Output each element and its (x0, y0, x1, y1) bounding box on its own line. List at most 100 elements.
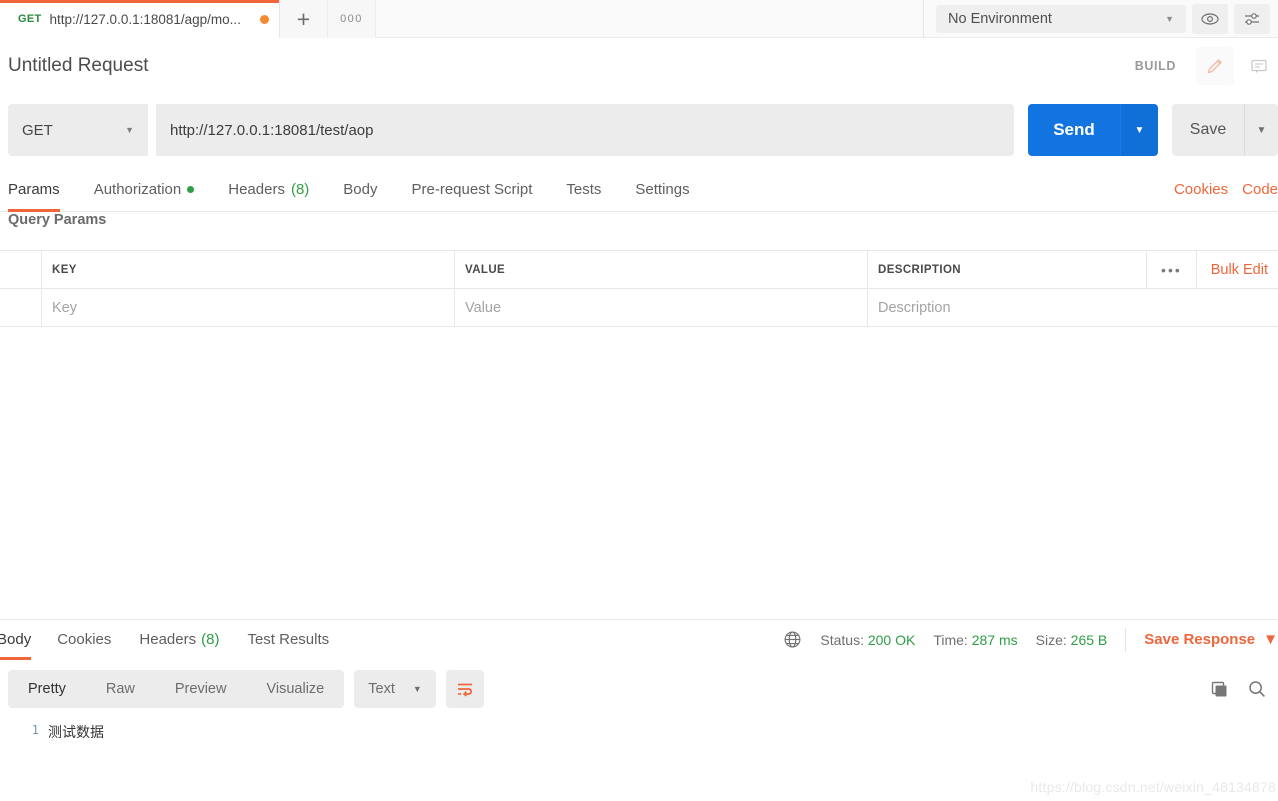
chevron-down-icon: ▼ (412, 684, 422, 694)
column-header-value: VALUE (465, 263, 506, 276)
postman-app-window: GET http://127.0.0.1:18081/agp/mo... + 0… (0, 0, 1278, 801)
save-options-button[interactable]: ▼ (1244, 104, 1278, 156)
status-value: 200 OK (867, 631, 916, 648)
bulk-edit-button[interactable]: Bulk Edit (1195, 250, 1268, 289)
view-mode-pretty[interactable]: Pretty (8, 670, 86, 708)
word-wrap-icon (455, 679, 475, 699)
params-options-button[interactable]: ••• (1146, 250, 1196, 289)
table-header-row: KEY VALUE DESCRIPTION ••• Bulk Edit (0, 250, 1278, 289)
response-tab-headers-label: Headers (139, 631, 197, 648)
status-badge: Status: 200 OK (820, 632, 915, 648)
new-tab-button[interactable]: + (280, 0, 328, 38)
tab-params[interactable]: Params (8, 168, 60, 212)
query-params-table: KEY VALUE DESCRIPTION ••• Bulk Edit Key … (0, 250, 1278, 327)
search-icon (1246, 678, 1268, 700)
send-button-group: Send ▼ (1028, 104, 1158, 156)
response-headers-count: (8) (201, 631, 220, 648)
copy-button[interactable] (1208, 678, 1230, 700)
environment-area: No Environment ▼ (923, 0, 1278, 38)
sliders-icon (1242, 9, 1262, 29)
request-tab-active[interactable]: GET http://127.0.0.1:18081/agp/mo... (0, 0, 280, 38)
tab-headers-label: Headers (228, 181, 285, 198)
response-tab-headers[interactable]: Headers (8) (139, 620, 219, 660)
tab-body[interactable]: Body (343, 168, 395, 212)
view-mode-raw[interactable]: Raw (86, 670, 155, 708)
table-row[interactable]: Key Value Description (0, 289, 1278, 327)
request-tabs-links: Cookies Code (1174, 181, 1278, 198)
key-input-placeholder: Key (52, 299, 77, 316)
response-section-tabs: Body Cookies Headers (8) Test Results St… (0, 619, 1278, 660)
tab-params-label: Params (8, 181, 60, 198)
http-method-label: GET (22, 121, 53, 139)
response-tab-test-results-label: Test Results (247, 631, 330, 648)
tab-authorization[interactable]: Authorization (94, 168, 213, 212)
tab-tests-label: Tests (566, 181, 602, 198)
tab-tests[interactable]: Tests (566, 168, 619, 212)
tab-pre-request-script-label: Pre-request Script (411, 181, 533, 198)
description-input-placeholder: Description (878, 299, 951, 316)
status-label: Status: (820, 631, 864, 648)
size-badge: Size: 265 B (1036, 632, 1108, 648)
response-metadata: Status: 200 OK Time: 287 ms Size: 265 B … (783, 627, 1278, 652)
value-input-placeholder: Value (465, 299, 502, 316)
request-title-row: Untitled Request BUILD (0, 38, 1278, 94)
row-description-cell[interactable]: Description (868, 289, 1278, 326)
tab-bar-spacer (376, 0, 923, 38)
tab-settings[interactable]: Settings (635, 168, 707, 212)
watermark-text: https://blog.csdn.net/weixin_48134878 (1030, 779, 1276, 795)
send-button[interactable]: Send (1028, 104, 1120, 156)
response-tab-cookies[interactable]: Cookies (57, 620, 111, 660)
chevron-down-icon: ▼ (125, 125, 134, 135)
row-key-cell[interactable]: Key (42, 289, 455, 326)
view-mode-visualize[interactable]: Visualize (246, 670, 344, 708)
description-header-inner: DESCRIPTION ••• Bulk Edit (878, 250, 1268, 289)
page-title: Untitled Request (8, 55, 149, 76)
environment-selector[interactable]: No Environment ▼ (936, 4, 1186, 33)
http-method-selector[interactable]: GET ▼ (8, 104, 148, 156)
send-options-button[interactable]: ▼ (1120, 104, 1158, 156)
comments-button[interactable] (1240, 47, 1278, 85)
request-tab-bar: GET http://127.0.0.1:18081/agp/mo... + 0… (0, 0, 1278, 38)
chevron-down-icon: ▼ (1263, 631, 1278, 648)
tab-headers-count: (8) (290, 181, 310, 198)
eye-icon (1200, 9, 1220, 29)
word-wrap-toggle[interactable] (445, 670, 484, 708)
request-url-input[interactable]: http://127.0.0.1:18081/test/aop (156, 104, 1014, 156)
column-header-description: DESCRIPTION (878, 263, 961, 276)
row-checkbox-cell[interactable] (0, 289, 42, 326)
header-value-cell: VALUE (455, 251, 868, 288)
edit-request-button[interactable] (1196, 47, 1234, 85)
more-tabs-button[interactable]: 000 (328, 0, 376, 38)
tab-headers[interactable]: Headers (8) (228, 168, 327, 212)
code-link[interactable]: Code (1242, 181, 1278, 198)
environment-selected-label: No Environment (948, 10, 1052, 27)
environment-quick-look-button[interactable] (1192, 3, 1228, 34)
time-label: Time: (933, 631, 968, 648)
request-url-bar: GET ▼ http://127.0.0.1:18081/test/aop Se… (8, 104, 1278, 156)
time-badge: Time: 287 ms (933, 632, 1017, 648)
search-button[interactable] (1246, 678, 1268, 700)
response-format-label: Text (368, 681, 395, 697)
response-format-selector[interactable]: Text ▼ (354, 670, 436, 708)
save-response-button[interactable]: Save Response ▼ (1125, 627, 1278, 652)
header-key-cell: KEY (42, 251, 455, 288)
save-button-group: Save ▼ (1172, 104, 1278, 156)
cookies-link[interactable]: Cookies (1174, 181, 1228, 198)
column-header-key: KEY (52, 263, 77, 276)
query-params-section-label: Query Params (8, 212, 107, 228)
tab-pre-request-script[interactable]: Pre-request Script (412, 168, 551, 212)
view-mode-preview[interactable]: Preview (155, 670, 247, 708)
response-body-toolbar: Pretty Raw Preview Visualize Text ▼ (0, 668, 1278, 710)
response-tab-body[interactable]: Body (0, 620, 32, 660)
save-response-label: Save Response (1144, 631, 1256, 648)
save-button[interactable]: Save (1172, 104, 1244, 156)
row-value-cell[interactable]: Value (455, 289, 868, 326)
response-tab-body-label: Body (0, 631, 32, 648)
response-tab-cookies-label: Cookies (57, 631, 112, 648)
environment-settings-button[interactable] (1234, 3, 1270, 34)
copy-icon (1208, 678, 1230, 700)
response-tab-test-results[interactable]: Test Results (247, 620, 329, 660)
request-section-tabs: Params Authorization Headers (8) Body Pr… (0, 168, 1278, 212)
size-value: 265 B (1070, 631, 1108, 648)
request-tab-url: http://127.0.0.1:18081/agp/mo... (49, 11, 241, 27)
